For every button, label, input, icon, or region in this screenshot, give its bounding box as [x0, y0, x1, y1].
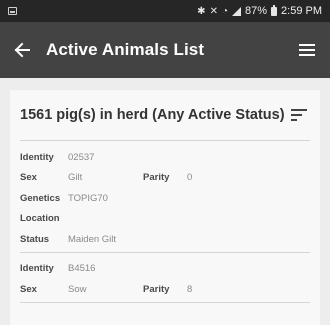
identity-row: Identity B4516 — [20, 259, 310, 280]
mute-icon: ✕ — [209, 5, 218, 17]
sex-label: Sex — [20, 283, 37, 295]
hamburger-menu-icon — [299, 44, 315, 56]
arrow-left-icon — [14, 42, 30, 58]
animal-record[interactable]: Identity 02537 Sex Gilt Parity 0 Genetic… — [20, 141, 310, 253]
clock: 2:59 PM — [281, 5, 322, 17]
menu-button[interactable] — [296, 39, 318, 61]
genetics-value: TOPIG70 — [68, 192, 108, 204]
sex-value: Gilt — [68, 172, 83, 184]
battery-percent: 87% — [245, 5, 268, 17]
image-notification-icon — [8, 7, 17, 15]
parity-value: 8 — [187, 283, 193, 295]
animal-record[interactable]: Identity B4516 Sex Sow Parity 8 — [20, 253, 310, 303]
back-button[interactable] — [8, 36, 36, 64]
app-bar: Active Animals List — [0, 22, 330, 78]
genetics-label: Genetics — [20, 192, 61, 204]
status-row: Status Maiden Gilt — [20, 229, 310, 250]
identity-value: 02537 — [68, 151, 95, 163]
identity-label: Identity — [20, 263, 54, 275]
parity-label: Parity — [143, 172, 170, 184]
sex-parity-row: Sex Gilt Parity 0 — [20, 168, 310, 189]
herd-count-text: 1561 pig(s) in herd (Any Active Status) — [20, 107, 285, 123]
status-value: Maiden Gilt — [68, 233, 117, 245]
cell-signal-icon — [232, 6, 241, 16]
parity-value: 0 — [187, 172, 193, 184]
content-area: 1561 pig(s) in herd (Any Active Status) … — [0, 78, 330, 325]
animals-card: 1561 pig(s) in herd (Any Active Status) … — [10, 90, 320, 325]
page-title: Active Animals List — [46, 40, 205, 59]
status-label: Status — [20, 233, 50, 245]
herd-summary: 1561 pig(s) in herd (Any Active Status) — [20, 90, 310, 141]
sex-parity-row: Sex Sow Parity 8 — [20, 279, 310, 300]
location-row: Location — [20, 209, 310, 230]
bluetooth-icon: ✱ — [197, 5, 206, 17]
sort-button[interactable] — [288, 104, 310, 126]
sort-icon — [291, 109, 307, 121]
wifi-icon: ◔ — [221, 5, 228, 17]
sex-label: Sex — [20, 172, 37, 184]
status-bar: ✱ ✕ ◔ 87% 2:59 PM — [0, 0, 330, 22]
genetics-row: Genetics TOPIG70 — [20, 188, 310, 209]
location-label: Location — [20, 213, 60, 225]
battery-icon — [271, 4, 278, 16]
sex-value: Sow — [68, 283, 87, 295]
identity-value: B4516 — [68, 263, 96, 275]
identity-row: Identity 02537 — [20, 147, 310, 168]
identity-label: Identity — [20, 151, 54, 163]
parity-label: Parity — [143, 283, 170, 295]
